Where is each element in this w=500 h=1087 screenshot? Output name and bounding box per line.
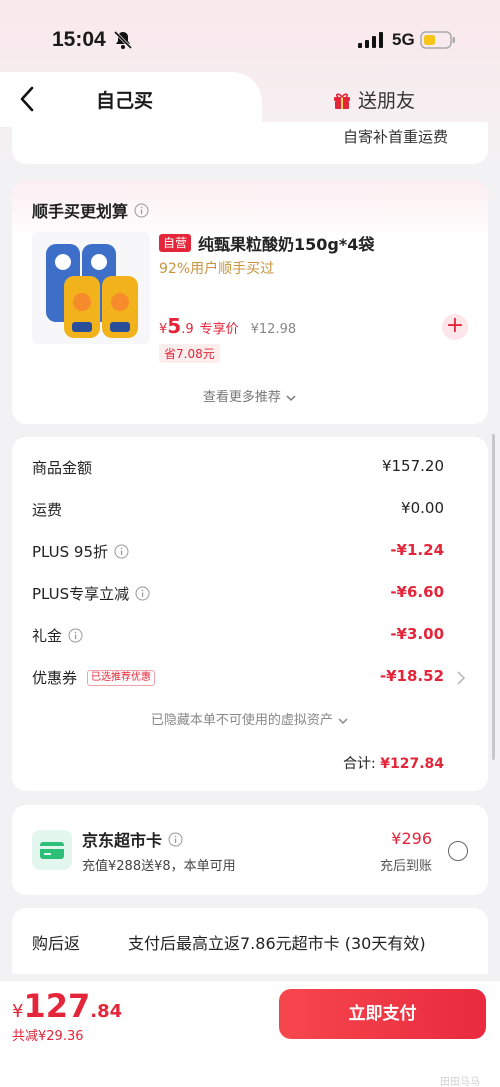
total-value: ¥127.84 xyxy=(380,756,444,772)
summary-label-group: PLUS专享立减 xyxy=(32,583,150,604)
summary-label: 运费 xyxy=(32,501,63,519)
product-subtitle: 92%用户顺手买过 xyxy=(159,261,275,277)
cashback-card: 购后返 支付后最高立返7.86元超市卡 (30天有效) xyxy=(12,908,488,974)
hidden-assets-toggle[interactable]: 已隐藏本单不可使用的虚拟资产 xyxy=(12,709,488,728)
summary-row: 礼金 -¥3.00 xyxy=(32,625,444,649)
supermarket-note: 充后到账 xyxy=(379,859,432,874)
network-type: 5G xyxy=(392,30,415,49)
gift-icon xyxy=(334,92,350,109)
scrollbar[interactable] xyxy=(492,434,495,760)
summary-label-group: 礼金 xyxy=(32,625,83,646)
summary-label-group: 优惠券 已选推荐优惠 xyxy=(32,667,156,688)
mute-bell-icon xyxy=(113,30,133,50)
save-badge: 省7.08元 xyxy=(159,344,220,363)
cashback-label: 购后返 xyxy=(32,934,81,953)
status-time: 15:04 xyxy=(52,28,106,51)
bottom-pay-bar: ¥ 127 .84 共减¥29.36 立即支付 田田马马 xyxy=(0,980,500,1087)
add-to-cart-button[interactable]: + xyxy=(442,314,468,340)
coupon-row[interactable]: 优惠券 已选推荐优惠 -¥18.52 xyxy=(32,667,466,691)
chevron-right-icon[interactable] xyxy=(454,669,468,687)
price-integer: 5 xyxy=(167,314,182,338)
summary-total: 合计: ¥127.84 xyxy=(343,753,444,773)
price-symbol: ¥ xyxy=(159,322,168,337)
summary-value: ¥0.00 xyxy=(401,499,444,517)
summary-row: 商品金额 ¥157.20 xyxy=(32,457,444,481)
tab-self-buy[interactable]: 自己买 xyxy=(0,72,262,127)
chevron-down-icon xyxy=(338,717,348,724)
summary-label-group: PLUS 95折 xyxy=(32,541,129,562)
info-icon[interactable] xyxy=(135,586,150,601)
price-summary-card: 商品金额 ¥157.20 运费 ¥0.00 PLUS 95折 -¥1.24 PL… xyxy=(12,437,488,791)
summary-value: -¥3.00 xyxy=(390,625,444,643)
tab-gift-friend-label: 送朋友 xyxy=(358,90,416,112)
card-icon xyxy=(32,830,72,870)
tab-self-buy-label: 自己买 xyxy=(96,90,154,112)
info-icon[interactable] xyxy=(168,832,183,847)
recommend-card: 顺手买更划算 自营 纯甄果粒酸奶150g*4袋 92%用户顺手买过 ¥ 5 .9… xyxy=(12,180,488,424)
product-price: ¥ 5 .9 专享价 ¥12.98 xyxy=(159,314,296,338)
summary-row: PLUS专享立减 -¥6.60 xyxy=(32,583,444,607)
summary-label: 优惠券 xyxy=(32,669,78,687)
watermark: 田田马马 xyxy=(440,1077,480,1087)
supermarket-subtitle: 充值¥288送¥8，本单可用 xyxy=(82,859,236,874)
price-decimal: .9 xyxy=(181,322,194,337)
bottom-price-integer: 127 xyxy=(23,987,91,1025)
supermarket-title: 京东超市卡 xyxy=(82,827,183,851)
summary-label: PLUS专享立减 xyxy=(32,585,130,603)
total-save: 共减¥29.36 xyxy=(12,1029,84,1044)
supermarket-card-offer[interactable]: 京东超市卡 充值¥288送¥8，本单可用 ¥296 充后到账 xyxy=(12,805,488,895)
product-name[interactable]: 纯甄果粒酸奶150g*4袋 xyxy=(198,231,374,255)
self-operated-badge: 自营 xyxy=(159,234,192,252)
summary-value: -¥1.24 xyxy=(390,541,444,559)
summary-value: -¥18.52 xyxy=(379,667,444,685)
more-recommend-label: 查看更多推荐 xyxy=(202,390,281,405)
supermarket-radio[interactable] xyxy=(448,841,468,861)
product-image[interactable] xyxy=(32,232,150,344)
summary-label: 商品金额 xyxy=(32,459,93,477)
chevron-down-icon xyxy=(286,394,296,401)
pay-now-button[interactable]: 立即支付 xyxy=(279,989,486,1039)
battery-icon xyxy=(420,31,455,49)
bottom-total-price: ¥ 127 .84 xyxy=(12,987,122,1025)
recommend-title: 顺手买更划算 xyxy=(32,198,149,222)
summary-label: PLUS 95折 xyxy=(32,543,109,561)
supermarket-price: ¥296 xyxy=(391,829,432,848)
total-label: 合计: xyxy=(343,756,376,772)
summary-value: -¥6.60 xyxy=(390,583,444,601)
order-tabs: 自己买 送朋友 xyxy=(0,72,500,127)
cashback-text: 支付后最高立返7.86元超市卡 (30天有效) xyxy=(128,934,426,953)
recommend-title-text: 顺手买更划算 xyxy=(32,202,129,221)
hidden-assets-label: 已隐藏本单不可使用的虚拟资产 xyxy=(150,713,333,728)
supermarket-title-text: 京东超市卡 xyxy=(82,831,163,850)
bottom-price-decimal: .84 xyxy=(90,1001,123,1022)
summary-row: 运费 ¥0.00 xyxy=(32,499,444,523)
original-price: ¥12.98 xyxy=(250,322,297,337)
tab-gift-friend[interactable]: 送朋友 xyxy=(332,86,415,113)
info-icon[interactable] xyxy=(68,628,83,643)
summary-label: 礼金 xyxy=(32,627,63,645)
more-recommend-link[interactable]: 查看更多推荐 xyxy=(12,386,488,405)
coupon-badge: 已选推荐优惠 xyxy=(87,669,156,686)
back-arrow-icon[interactable] xyxy=(14,84,40,114)
info-icon[interactable] xyxy=(134,203,149,218)
shipping-text: 自寄补首重运费 xyxy=(342,128,448,146)
shipping-card: 自寄补首重运费 xyxy=(12,122,488,164)
summary-row: PLUS 95折 -¥1.24 xyxy=(32,541,444,565)
signal-icon xyxy=(358,32,383,48)
summary-value: ¥157.20 xyxy=(381,457,444,475)
price-tag: 专享价 xyxy=(199,322,239,337)
info-icon[interactable] xyxy=(114,544,129,559)
status-bar: 15:04 5G xyxy=(0,0,500,72)
bottom-price-symbol: ¥ xyxy=(12,1001,24,1022)
